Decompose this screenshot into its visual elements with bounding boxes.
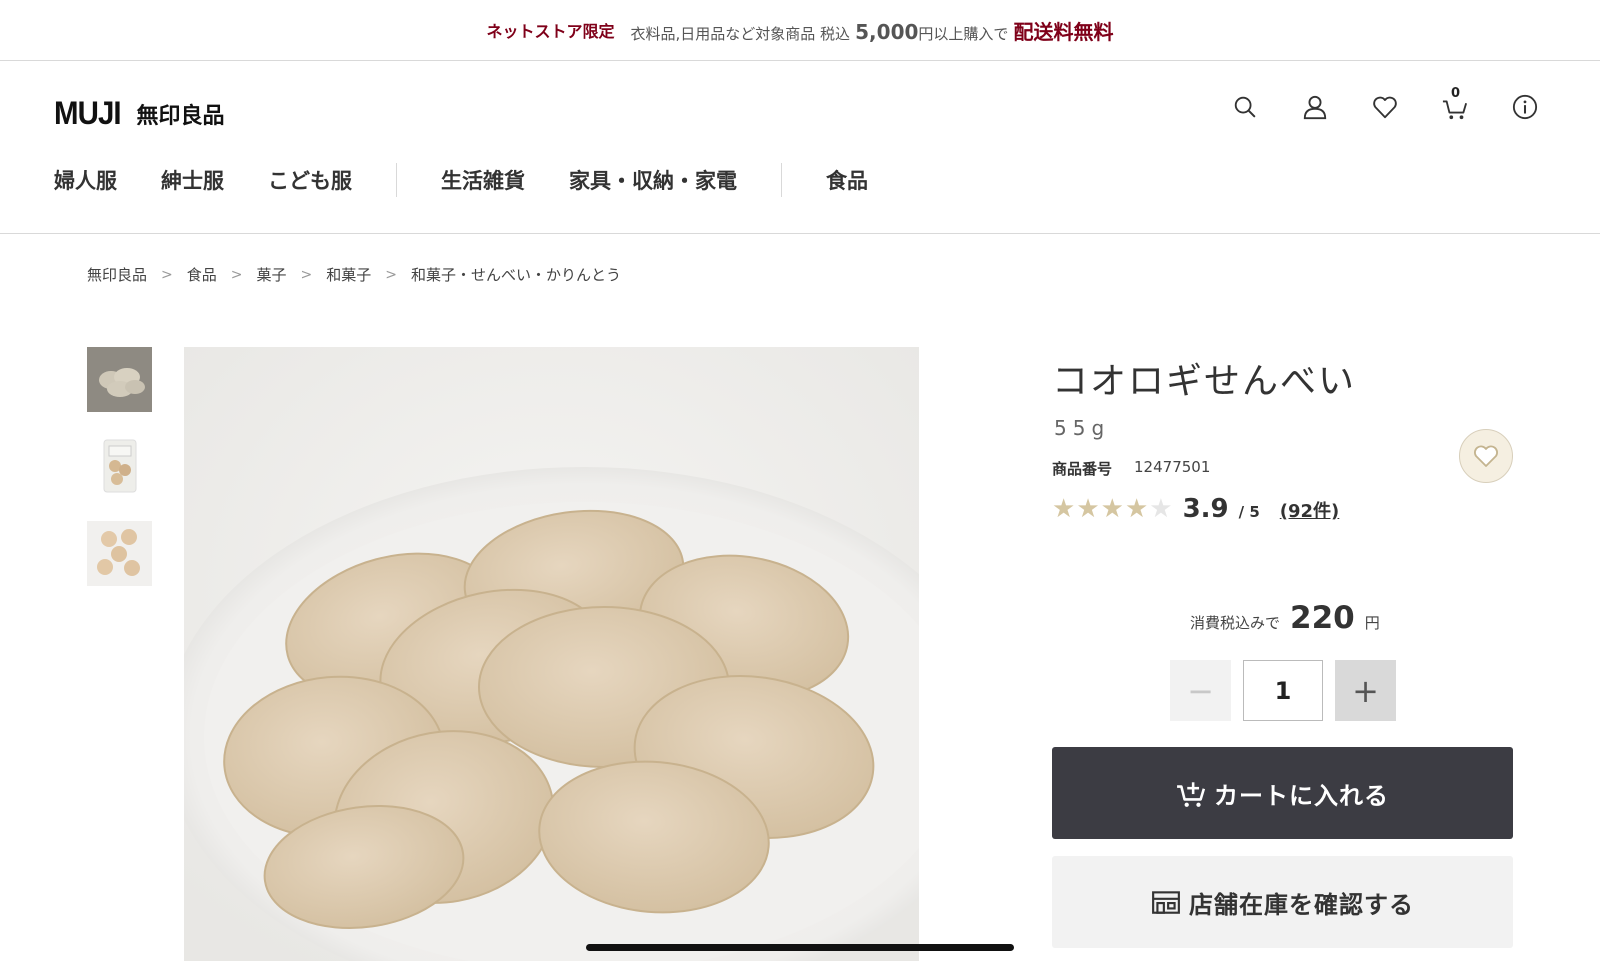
check-store-stock-button[interactable]: 店舗在庫を確認する	[1052, 856, 1513, 948]
review-count-link[interactable]: (92件)	[1280, 497, 1340, 523]
star-icon: ★	[1100, 494, 1124, 524]
nav-kids[interactable]: こども服	[268, 165, 352, 195]
thumbnail-list	[87, 347, 152, 586]
star-icon: ★	[1149, 494, 1173, 524]
product-size: 55g	[1054, 416, 1111, 440]
thumbnail-top-view[interactable]	[87, 521, 152, 586]
product-main-image[interactable]	[184, 347, 919, 961]
quantity-stepper: − +	[1170, 660, 1396, 721]
star-icon: ★	[1076, 494, 1100, 524]
chevron-right-icon: >	[385, 266, 397, 283]
heart-icon[interactable]	[1372, 92, 1398, 122]
breadcrumb-item[interactable]: 食品	[187, 264, 217, 285]
price-unit: 円	[1364, 614, 1380, 632]
category-nav: 婦人服 紳士服 こども服 生活雑貨 家具・収納・家電 食品	[54, 160, 912, 200]
heart-icon	[1474, 445, 1498, 467]
star-icon: ★	[1124, 494, 1149, 524]
nav-food[interactable]: 食品	[826, 165, 868, 195]
breadcrumb-item[interactable]: 菓子	[257, 264, 287, 285]
price-tax-label: 消費税込みで	[1190, 614, 1281, 632]
info-icon[interactable]	[1512, 92, 1538, 122]
quantity-decrease-button[interactable]: −	[1170, 660, 1231, 721]
cart-plus-icon	[1177, 782, 1206, 807]
promo-banner[interactable]: ネットストア限定 衣料品,日用品など対象商品 税込 5,000円以上購入で 配送…	[0, 0, 1600, 61]
chevron-right-icon: >	[161, 266, 173, 283]
rating-value: 3.9	[1182, 494, 1229, 524]
promo-amount: 5,000	[855, 19, 919, 44]
add-to-cart-button[interactable]: カートに入れる	[1052, 747, 1513, 839]
breadcrumb-item[interactable]: 無印良品	[87, 264, 147, 285]
thumbnail-plate[interactable]	[87, 347, 152, 412]
nav-divider	[396, 163, 397, 197]
promo-label: ネットストア限定	[486, 22, 615, 41]
breadcrumb-item[interactable]: 和菓子・せんべい・かりんとう	[411, 264, 621, 285]
nav-divider	[781, 163, 782, 197]
logo-en: MUJI	[54, 95, 122, 131]
check-store-stock-label: 店舗在庫を確認する	[1189, 890, 1414, 919]
price: 消費税込みで 220 円	[1190, 600, 1380, 636]
promo-free-shipping: 配送料無料	[1013, 19, 1114, 44]
chevron-right-icon: >	[300, 266, 313, 283]
thumbnail-package[interactable]	[87, 434, 152, 499]
account-icon[interactable]	[1302, 92, 1328, 122]
price-amount: 220	[1290, 600, 1355, 636]
add-to-cart-label: カートに入れる	[1214, 781, 1389, 810]
nav-mens[interactable]: 紳士服	[161, 165, 224, 195]
promo-body: 衣料品,日用品など対象商品 税込	[630, 24, 851, 43]
header-divider	[0, 233, 1600, 234]
cart-icon[interactable]: 0	[1442, 86, 1468, 122]
nav-womens[interactable]: 婦人服	[54, 165, 117, 195]
rating-max: / 5	[1238, 503, 1260, 521]
breadcrumb-item[interactable]: 和菓子	[326, 264, 371, 285]
chevron-right-icon: >	[230, 266, 243, 283]
star-icon: ★	[1052, 494, 1076, 524]
rating-stars: ★ ★ ★ ★ ★	[1052, 496, 1173, 522]
home-indicator[interactable]	[586, 944, 1014, 951]
cart-count: 0	[1451, 86, 1461, 101]
product-rating: ★ ★ ★ ★ ★ 3.9 / 5 (92件)	[1052, 494, 1339, 524]
breadcrumb: 無印良品 > 食品 > 菓子 > 和菓子 > 和菓子・せんべい・かりんとう	[87, 264, 621, 285]
logo-jp: 無印良品	[136, 103, 225, 129]
quantity-input[interactable]	[1243, 660, 1323, 721]
promo-text: 衣料品,日用品など対象商品 税込 5,000円以上購入で 配送料無料	[631, 16, 1114, 45]
product-code: 商品番号 12477501	[1052, 458, 1210, 479]
store-icon	[1152, 891, 1180, 914]
nav-furniture[interactable]: 家具・収納・家電	[569, 165, 737, 195]
nav-household[interactable]: 生活雑貨	[441, 165, 525, 195]
favorite-button[interactable]	[1459, 429, 1513, 483]
product-title: コオロギせんべい	[1052, 361, 1357, 402]
search-icon[interactable]	[1232, 92, 1258, 122]
header-icons: 0	[1232, 86, 1538, 122]
product-code-value: 12477501	[1134, 458, 1211, 476]
product-code-label: 商品番号	[1052, 460, 1113, 478]
muji-logo[interactable]: MUJI 無印良品	[54, 95, 224, 132]
quantity-increase-button[interactable]: +	[1335, 660, 1396, 721]
promo-suffix: 円以上購入で	[918, 24, 1009, 43]
